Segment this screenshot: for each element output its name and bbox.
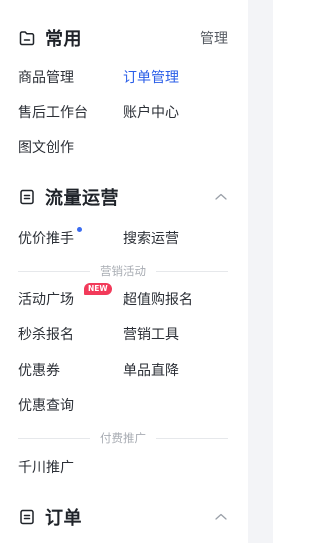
new-badge: NEW [84, 283, 112, 295]
nav-item-activity-plaza[interactable]: 活动广场 NEW [18, 283, 112, 309]
nav-item-content-creation[interactable]: 图文创作 [18, 137, 74, 157]
divider-paid: 付费推广 [18, 431, 228, 445]
nav-item-value-buy-signup[interactable]: 超值购报名 [123, 289, 193, 309]
manage-button[interactable]: 管理 [200, 28, 228, 48]
nav-item-order-management[interactable]: 订单管理 [123, 67, 179, 87]
nav-item-qianchuan[interactable]: 千川推广 [18, 457, 74, 477]
nav-item-coupons[interactable]: 优惠券 [18, 360, 60, 380]
nav-item-label: 活动广场 [18, 292, 74, 308]
nav-item-after-sales[interactable]: 售后工作台 [18, 102, 88, 122]
sidebar-panel: 常用 管理 商品管理 订单管理 售后工作台 账户中心 图文创作 流量运营 优价推… [0, 0, 248, 543]
chevron-up-icon[interactable] [214, 512, 228, 522]
nav-item-price-promoter[interactable]: 优价推手 [18, 227, 82, 248]
nav-item-flash-sale-signup[interactable]: 秒杀报名 [18, 324, 74, 344]
section-title-common: 常用 [45, 29, 82, 50]
nav-item-search-operations[interactable]: 搜索运营 [123, 228, 179, 248]
folder-icon [18, 29, 36, 47]
divider-label-marketing: 营销活动 [100, 264, 146, 278]
nav-item-product-management[interactable]: 商品管理 [18, 67, 74, 87]
notification-dot [77, 227, 82, 232]
section-header-orders[interactable]: 订单 [18, 503, 228, 531]
nav-item-label: 优价推手 [18, 231, 74, 247]
scroll-area [248, 0, 273, 543]
list-box-icon [18, 188, 36, 206]
divider-label-paid: 付费推广 [100, 431, 146, 445]
section-title-traffic: 流量运营 [45, 188, 119, 209]
section-header-common: 常用 管理 [18, 24, 228, 52]
chevron-up-icon[interactable] [214, 192, 228, 202]
nav-item-account-center[interactable]: 账户中心 [123, 102, 179, 122]
section-header-traffic[interactable]: 流量运营 [18, 183, 228, 211]
nav-item-marketing-tools[interactable]: 营销工具 [123, 324, 179, 344]
nav-item-discount-query[interactable]: 优惠查询 [18, 395, 74, 415]
list-box-icon [18, 508, 36, 526]
divider-marketing: 营销活动 [18, 264, 228, 278]
section-title-orders: 订单 [45, 508, 82, 529]
nav-item-direct-discount[interactable]: 单品直降 [123, 360, 179, 380]
